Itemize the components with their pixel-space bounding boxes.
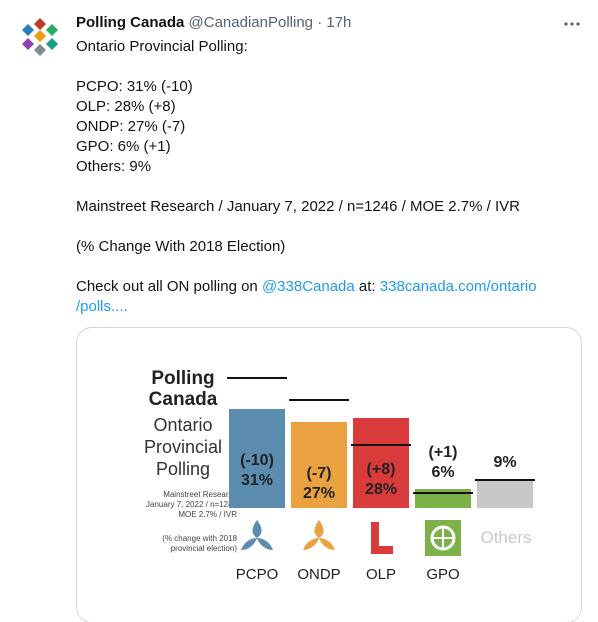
value-label: 28% [364, 481, 398, 499]
tweet-line: PCPO: 31% (-10) [76, 78, 193, 95]
olp-logo-icon [371, 522, 393, 554]
card-title-line: Polling [151, 368, 215, 389]
tweet-line: Mainstreet Research / January 7, 2022 / … [76, 198, 520, 215]
card-meta: Mainstreet Research January 7, 2022 / n=… [101, 490, 237, 520]
tweet-line: ONDP: 27% (-7) [76, 118, 186, 135]
party-label-olp: OLP [365, 566, 396, 583]
party-label-pcpo: PCPO [235, 566, 279, 583]
gpo-logo-icon [425, 520, 461, 556]
bar-others [477, 479, 533, 508]
text-fragment: Check out all ON polling on [76, 278, 262, 295]
url-link-continued[interactable]: /polls.... [76, 298, 128, 315]
card-title-line: Canada [148, 389, 218, 410]
timestamp[interactable]: 17h [326, 14, 351, 31]
pcpo-trillium-icon [241, 520, 273, 550]
party-label-gpo: GPO [426, 566, 460, 583]
tweet-line: Ontario Provincial Polling: [76, 38, 248, 55]
tweet-line: Others: 9% [76, 158, 152, 175]
value-label: 9% [493, 454, 517, 472]
change-label: (-7) [306, 464, 332, 482]
others-icon-label: Others [480, 528, 532, 547]
handle[interactable]: @CanadianPolling [189, 14, 313, 31]
card-note-line: provincial election) [170, 544, 237, 553]
media-card[interactable]: Polling Canada Ontario Provincial Pollin… [76, 327, 582, 622]
tweet-line: (% Change With 2018 Election) [76, 238, 286, 255]
card-note-line: (% change with 2018 [162, 534, 237, 543]
change-label: (+1) [428, 443, 458, 461]
tweet-line: /polls.... [76, 297, 581, 317]
separator-dot: · [317, 14, 323, 31]
ondp-trillium-icon [303, 520, 335, 550]
change-label: (+8) [366, 461, 396, 479]
previous-result-line [475, 479, 535, 482]
change-label: (-10) [240, 451, 274, 469]
card-note: (% change with 2018 provincial election) [101, 534, 237, 554]
value-label: 27% [302, 484, 336, 502]
avatar[interactable] [18, 14, 62, 58]
card-meta-line: January 7, 2022 / n=1246 [146, 500, 237, 509]
tweet-body: Ontario Provincial Polling: PCPO: 31% (-… [76, 37, 581, 317]
card-title: Polling Canada [123, 368, 243, 410]
value-label: 31% [240, 471, 274, 489]
tweet-line: OLP: 28% (+8) [76, 98, 176, 115]
tweet-line: GPO: 6% (+1) [76, 138, 171, 155]
previous-result-line [289, 399, 349, 402]
party-label-ondp: ONDP [297, 566, 341, 583]
previous-result-line [227, 376, 287, 379]
tweet-line: Check out all ON polling on @338Canada a… [76, 277, 581, 297]
polling-canada-logo-icon [22, 18, 58, 56]
text-fragment: at: [354, 278, 380, 295]
card-meta-line: MOE 2.7% / IVR [178, 510, 237, 519]
tweet-header: Polling Canada @CanadianPolling · 17h [76, 13, 351, 33]
url-link[interactable]: 338canada.com/ontario [380, 278, 537, 295]
card-meta-line: Mainstreet Research [163, 490, 237, 499]
display-name[interactable]: Polling Canada [76, 14, 184, 31]
value-label: 6% [431, 463, 455, 481]
previous-result-line [413, 492, 473, 494]
mention-link[interactable]: @338Canada [262, 278, 355, 295]
more-dots-icon[interactable] [560, 12, 584, 36]
previous-result-line [351, 444, 411, 446]
